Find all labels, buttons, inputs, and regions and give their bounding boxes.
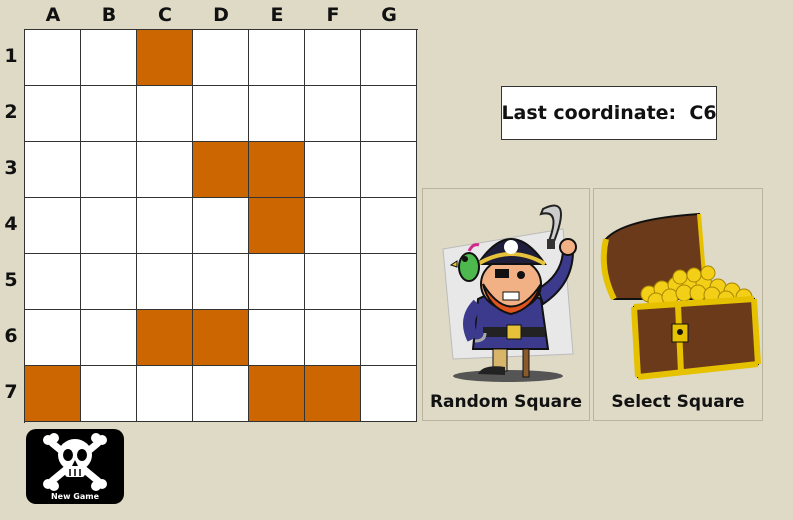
grid-cell-c3[interactable] (137, 142, 193, 198)
grid-cell-f5[interactable] (305, 254, 361, 310)
column-header: D (213, 4, 229, 26)
grid-cell-b5[interactable] (81, 254, 137, 310)
grid-cell-f1[interactable] (305, 30, 361, 86)
grid-cell-d2[interactable] (193, 86, 249, 142)
grid-cell-d5[interactable] (193, 254, 249, 310)
row-header: 3 (4, 157, 18, 179)
grid-cell-a4[interactable] (25, 198, 81, 254)
grid-cell-a7[interactable] (25, 366, 81, 422)
grid-cell-c4[interactable] (137, 198, 193, 254)
new-game-button[interactable]: New Game (26, 429, 124, 504)
last-coordinate-display: Last coordinate: C6 (501, 86, 717, 140)
grid-cell-d6[interactable] (193, 310, 249, 366)
grid-cell-d4[interactable] (193, 198, 249, 254)
grid-cell-a3[interactable] (25, 142, 81, 198)
grid-cell-f2[interactable] (305, 86, 361, 142)
grid-cell-f6[interactable] (305, 310, 361, 366)
row-header: 1 (4, 45, 18, 67)
grid-cell-e6[interactable] (249, 310, 305, 366)
grid-cell-b2[interactable] (81, 86, 137, 142)
grid-cell-d1[interactable] (193, 30, 249, 86)
grid-cell-f4[interactable] (305, 198, 361, 254)
grid-cell-e2[interactable] (249, 86, 305, 142)
grid-cell-e7[interactable] (249, 366, 305, 422)
grid-cell-a5[interactable] (25, 254, 81, 310)
grid-cell-g2[interactable] (361, 86, 417, 142)
column-header: C (158, 4, 172, 26)
grid-cell-a2[interactable] (25, 86, 81, 142)
grid-cell-g6[interactable] (361, 310, 417, 366)
grid-cell-e4[interactable] (249, 198, 305, 254)
row-header: 2 (4, 101, 18, 123)
grid-cell-a6[interactable] (25, 310, 81, 366)
grid-cell-e1[interactable] (249, 30, 305, 86)
row-header: 4 (4, 213, 18, 235)
column-header: A (45, 4, 61, 26)
grid-cell-b4[interactable] (81, 198, 137, 254)
column-header: E (270, 4, 284, 26)
grid-cell-d3[interactable] (193, 142, 249, 198)
row-header: 6 (4, 325, 18, 347)
column-header: F (326, 4, 340, 26)
grid-cell-e5[interactable] (249, 254, 305, 310)
grid-cell-b6[interactable] (81, 310, 137, 366)
random-square-label: Random Square (429, 392, 583, 412)
grid-cell-c5[interactable] (137, 254, 193, 310)
grid-cell-c6[interactable] (137, 310, 193, 366)
grid-cell-b7[interactable] (81, 366, 137, 422)
grid-cell-c1[interactable] (137, 30, 193, 86)
row-header: 7 (4, 381, 18, 403)
grid-cell-c7[interactable] (137, 366, 193, 422)
grid-cell-g5[interactable] (361, 254, 417, 310)
select-square-button[interactable]: Select Square (593, 188, 763, 421)
pirate-with-parrot-icon (442, 204, 577, 382)
grid-cell-g3[interactable] (361, 142, 417, 198)
last-coordinate-label: Last coordinate: (501, 102, 677, 124)
grid-cell-g4[interactable] (361, 198, 417, 254)
grid-cell-f7[interactable] (305, 366, 361, 422)
select-square-label: Select Square (611, 392, 745, 412)
grid-cell-g1[interactable] (361, 30, 417, 86)
grid-cell-d7[interactable] (193, 366, 249, 422)
grid-cell-e3[interactable] (249, 142, 305, 198)
new-game-label: New Game (50, 492, 100, 501)
grid-cell-f3[interactable] (305, 142, 361, 198)
grid-cell-c2[interactable] (137, 86, 193, 142)
random-square-button[interactable]: Random Square (422, 188, 590, 421)
skull-crossbones-icon (43, 433, 107, 491)
row-header: 5 (4, 269, 18, 291)
column-header: B (101, 4, 117, 26)
grid-cell-g7[interactable] (361, 366, 417, 422)
last-coordinate-value: C6 (689, 102, 717, 124)
column-header: G (381, 4, 397, 26)
grid-cell-a1[interactable] (25, 30, 81, 86)
treasure-chest-icon (600, 212, 761, 380)
grid-cell-b3[interactable] (81, 142, 137, 198)
coordinate-grid (24, 29, 418, 423)
grid-cell-b1[interactable] (81, 30, 137, 86)
